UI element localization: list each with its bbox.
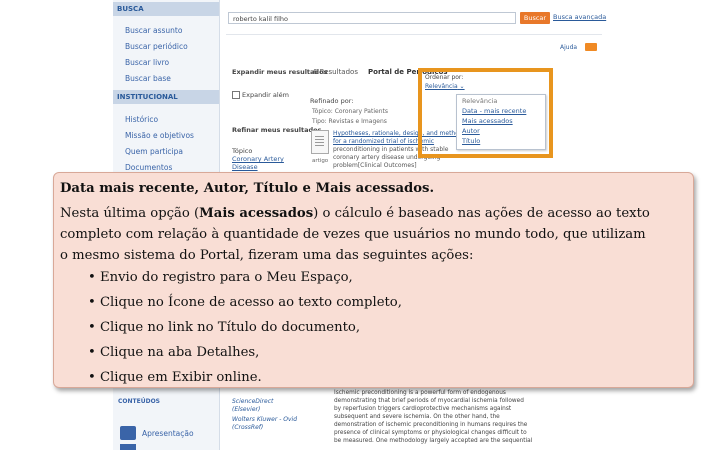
callout-bullet: • Clique na aba Detalhes,: [88, 345, 260, 360]
refined-chip-type[interactable]: Tipo: Revistas e Imagens: [312, 118, 387, 125]
sidebar-icon[interactable]: [120, 444, 136, 450]
topic-link-disease[interactable]: Disease: [232, 163, 258, 171]
search-button[interactable]: Buscar: [520, 12, 550, 24]
sidebar-item-apresentacao[interactable]: Apresentação: [142, 429, 194, 438]
sidebar-item-buscar-assunto[interactable]: Buscar assunto: [125, 26, 182, 35]
source-link[interactable]: (Elsevier): [232, 406, 260, 413]
callout-line-3: o mesmo sistema do Portal, fizeram uma d…: [60, 248, 474, 263]
topic-label: Tópico: [232, 147, 253, 155]
doc-type-label: artigo: [312, 158, 329, 164]
sidebar-item-documentos[interactable]: Documentos: [125, 163, 172, 172]
results-count: 6 Resultados: [313, 68, 358, 76]
source-link[interactable]: ScienceDirect: [232, 398, 273, 405]
explanation-callout: Data mais recente, Autor, Título e Mais …: [53, 172, 694, 388]
document-icon[interactable]: [311, 130, 329, 154]
busca-header: BUSCA: [113, 2, 219, 16]
abstract-line: Ischemic preconditioning is a powerful f…: [334, 390, 506, 396]
help-link[interactable]: Ajuda: [560, 44, 577, 51]
abstract-line: demonstrating that brief periods of myoc…: [334, 398, 524, 404]
callout-bullet: • Clique em Exibir online.: [88, 370, 262, 385]
abstract-line: presence of clinical symptoms or physiol…: [334, 430, 527, 436]
sidebar-item-buscar-livro[interactable]: Buscar livro: [125, 58, 169, 67]
expand-check-label: Expandir além: [242, 91, 289, 99]
divider: [226, 34, 602, 35]
abstract-line: demonstration of ischemic preconditionin…: [334, 422, 528, 428]
callout-text: ) o cálculo é baseado nas ações de acess…: [313, 206, 650, 221]
rss-icon[interactable]: [585, 43, 597, 51]
result-title-line: problem[Clinical Outcomes]: [333, 162, 417, 169]
highlight-box: [418, 68, 553, 158]
source-link[interactable]: Wolters Kluwer - Ovid: [232, 416, 297, 423]
search-input[interactable]: roberto kalil filho: [228, 12, 516, 24]
callout-bullet: • Clique no link no Título do documento,: [88, 320, 361, 335]
callout-emphasis: Mais acessados: [199, 206, 314, 221]
presentation-icon[interactable]: [120, 426, 136, 440]
refine-title: Refinar meus resultados: [232, 126, 322, 134]
callout-text: Nesta última opção (: [60, 206, 200, 221]
topic-link-coronary[interactable]: Coronary Artery: [232, 155, 284, 163]
sidebar-item-buscar-base[interactable]: Buscar base: [125, 74, 171, 83]
sidebar-item-quem-participa[interactable]: Quem participa: [125, 147, 183, 156]
conteudos-label: CONTEÚDOS: [118, 398, 160, 405]
sidebar-item-buscar-periodico[interactable]: Buscar periódico: [125, 42, 188, 51]
sidebar-item-historico[interactable]: Histórico: [125, 115, 158, 124]
callout-line-1: Nesta última opção (Mais acessados) o cá…: [60, 206, 650, 221]
callout-title: Data mais recente, Autor, Título e Mais …: [60, 181, 435, 196]
expand-checkbox[interactable]: [232, 91, 240, 99]
advanced-search-link[interactable]: Busca avançada: [553, 13, 606, 21]
abstract-line: by reperfusion triggers cardioprotective…: [334, 406, 512, 412]
abstract-line: subsequent and severe ischemia. On the o…: [334, 414, 500, 420]
institucional-header: INSTITUCIONAL: [113, 90, 219, 104]
callout-bullet: • Clique no Ícone de acesso ao texto com…: [88, 295, 402, 310]
abstract-line: be measured. One methodology largely acc…: [334, 438, 533, 444]
refined-by-label: Refinado por:: [310, 97, 354, 105]
callout-bullet: • Envio do registro para o Meu Espaço,: [88, 270, 353, 285]
source-link[interactable]: (CrossRef): [232, 424, 263, 431]
callout-line-2: completo com relação à quantidade de vez…: [60, 227, 646, 242]
refined-chip-topic[interactable]: Tópico: Coronary Patients: [312, 108, 388, 115]
sidebar-item-missao[interactable]: Missão e objetivos: [125, 131, 194, 140]
